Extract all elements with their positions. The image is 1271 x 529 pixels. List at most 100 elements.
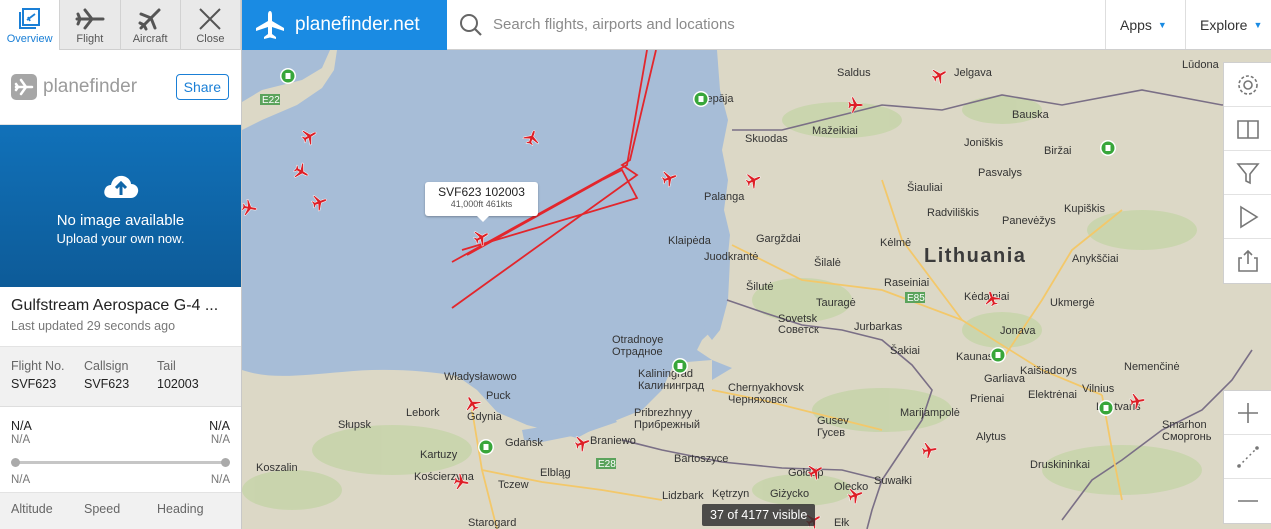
app-window: Overview Flight Aircraft Close planefind… xyxy=(0,0,1271,529)
svg-text:Gdańsk: Gdańsk xyxy=(505,437,543,449)
brand-name: planefinder.net xyxy=(295,14,420,35)
destination-code: N/A xyxy=(209,419,230,433)
heading-label: Heading xyxy=(157,502,204,516)
svg-text:Tauragė: Tauragė xyxy=(816,297,856,309)
plus-icon xyxy=(1237,402,1258,423)
airport-marker[interactable] xyxy=(280,68,296,84)
svg-text:Lidzbark: Lidzbark xyxy=(662,490,704,502)
cloud-upload-icon xyxy=(103,175,138,198)
plane-icon xyxy=(75,5,105,33)
airport-marker[interactable] xyxy=(1100,140,1116,156)
no-image-title: No image available xyxy=(56,212,185,229)
svg-text:Прибрежный: Прибрежный xyxy=(634,419,700,431)
svg-text:Anykščiai: Anykščiai xyxy=(1072,253,1118,265)
airport-marker[interactable] xyxy=(990,347,1006,363)
close-icon xyxy=(198,5,222,33)
tab-overview[interactable]: Overview xyxy=(0,0,61,50)
svg-text:Suwałki: Suwałki xyxy=(874,475,912,487)
callsign-label: Callsign xyxy=(84,359,129,373)
svg-text:Smarhon: Smarhon xyxy=(1162,419,1207,431)
svg-text:Jurbarkas: Jurbarkas xyxy=(854,321,903,333)
aircraft-name: Gulfstream Aerospace G-4 ... xyxy=(11,297,219,314)
share-map-button[interactable] xyxy=(1224,239,1271,283)
aircraft-photo-placeholder[interactable]: No image available Upload your own now. xyxy=(0,125,241,287)
flight-number-value: SVF623 xyxy=(11,377,57,391)
airport-marker[interactable] xyxy=(478,439,494,455)
tab-aircraft[interactable]: Aircraft xyxy=(121,0,181,50)
tab-overview-label: Overview xyxy=(6,33,53,45)
country-label-lithuania: Lithuania xyxy=(924,245,1026,267)
airport-marker[interactable] xyxy=(1098,400,1114,416)
svg-text:Tczew: Tczew xyxy=(498,479,529,491)
svg-text:Pribrezhnyy: Pribrezhnyy xyxy=(634,407,693,419)
svg-text:Šiauliai: Šiauliai xyxy=(907,181,942,194)
svg-text:Elektrėnai: Elektrėnai xyxy=(1028,389,1077,401)
svg-text:Gargždai: Gargždai xyxy=(756,233,801,245)
svg-text:Kėdainiai: Kėdainiai xyxy=(964,291,1009,303)
tab-close[interactable]: Close xyxy=(181,0,241,50)
svg-text:Jonava: Jonava xyxy=(1000,325,1036,337)
search-bar xyxy=(447,0,1105,49)
book-icon xyxy=(1236,119,1259,139)
airport-marker[interactable] xyxy=(672,358,688,374)
filter-button[interactable] xyxy=(1224,151,1271,195)
svg-text:Panevėžys: Panevėžys xyxy=(1002,215,1056,227)
svg-text:Kupiškis: Kupiškis xyxy=(1064,203,1105,215)
svg-text:Starogard: Starogard xyxy=(468,517,516,529)
tail-field: Tail 102003 xyxy=(157,359,230,406)
planefinder-logo: planefinder xyxy=(11,74,137,100)
zoom-in-button[interactable] xyxy=(1224,391,1271,435)
settings-button[interactable] xyxy=(1224,63,1271,107)
flight-info-panel: Overview Flight Aircraft Close planefind… xyxy=(0,0,242,529)
destination-time: N/A xyxy=(210,474,230,486)
svg-text:Druskininkai: Druskininkai xyxy=(1030,459,1090,471)
panel-tabs: Overview Flight Aircraft Close xyxy=(0,0,241,50)
tooltip-title: SVF623 102003 xyxy=(438,185,525,199)
gear-icon xyxy=(1237,74,1258,95)
apps-menu[interactable]: Apps ▼ xyxy=(1105,0,1185,49)
svg-text:Kaunas: Kaunas xyxy=(956,351,994,363)
filter-icon xyxy=(1235,162,1260,184)
tab-flight[interactable]: Flight xyxy=(60,0,121,50)
airport-marker[interactable] xyxy=(693,91,709,107)
svg-text:Puck: Puck xyxy=(486,390,511,402)
brand-plane-icon xyxy=(256,11,284,39)
svg-text:Prienai: Prienai xyxy=(970,393,1004,405)
svg-text:Jelgava: Jelgava xyxy=(954,67,993,79)
measure-icon xyxy=(1236,445,1259,468)
flight-tooltip[interactable]: SVF623 102003 41,000ft 461kts xyxy=(425,182,538,222)
share-button[interactable]: Share xyxy=(175,74,229,100)
svg-text:Черняховск: Черняховск xyxy=(728,394,787,406)
top-bar: planefinder.net Apps ▼ Explore ▼ xyxy=(242,0,1271,50)
playback-button[interactable] xyxy=(1224,195,1271,239)
svg-text:Отрадное: Отрадное xyxy=(612,346,663,358)
callsign-field: Callsign SVF623 xyxy=(84,359,157,406)
zoom-controls xyxy=(1223,390,1271,524)
svg-text:Kartuzy: Kartuzy xyxy=(420,449,458,461)
visible-count: 37 of 4177 visible xyxy=(702,504,816,526)
svg-text:Skuodas: Skuodas xyxy=(745,133,788,145)
svg-text:Ukmergė: Ukmergė xyxy=(1050,297,1095,309)
svg-text:Советск: Советск xyxy=(778,324,819,336)
tail-label: Tail xyxy=(157,359,176,373)
svg-text:Mažeikiai: Mažeikiai xyxy=(812,125,858,137)
map-layers-button[interactable] xyxy=(1224,107,1271,151)
flight-map[interactable]: Lithuania Saldus Jelgava Liepāja Bauska … xyxy=(242,50,1271,529)
zoom-out-button[interactable] xyxy=(1224,479,1271,523)
svg-text:Kaišiadorys: Kaišiadorys xyxy=(1020,365,1077,377)
overview-icon xyxy=(17,5,43,33)
measure-button[interactable] xyxy=(1224,435,1271,479)
planefinder-brand-link[interactable]: planefinder.net xyxy=(242,0,447,50)
svg-text:Garliava: Garliava xyxy=(984,373,1026,385)
chevron-down-icon: ▼ xyxy=(1157,19,1167,30)
explore-menu[interactable]: Explore ▼ xyxy=(1185,0,1271,49)
svg-text:Калининград: Калининград xyxy=(638,380,705,392)
search-input[interactable] xyxy=(493,16,1053,33)
altitude-label: Altitude xyxy=(11,502,53,516)
destination-dot xyxy=(221,458,230,467)
svg-text:Bartoszyce: Bartoszyce xyxy=(674,453,728,465)
flight-number-field: Flight No. SVF623 xyxy=(11,359,84,406)
svg-text:Radviliškis: Radviliškis xyxy=(927,207,979,219)
svg-text:Palanga: Palanga xyxy=(704,191,745,203)
svg-text:Słupsk: Słupsk xyxy=(338,419,372,431)
